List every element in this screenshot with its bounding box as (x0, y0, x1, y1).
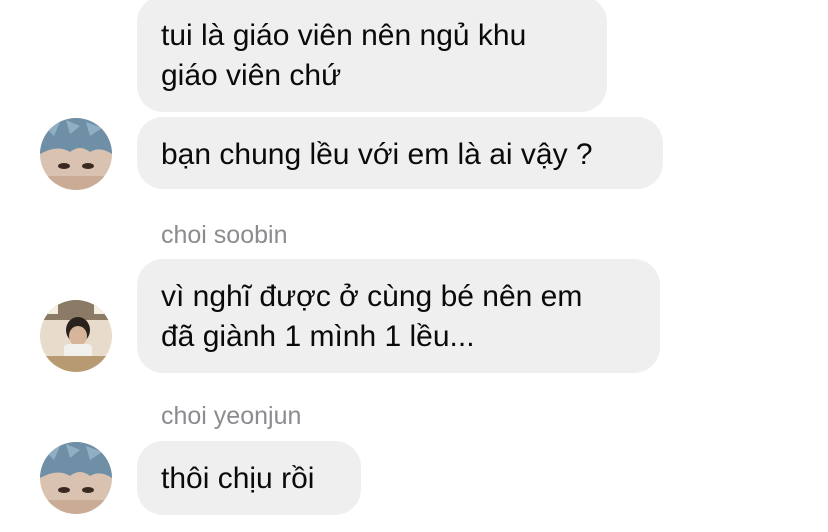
message-bubble[interactable]: bạn chung lều với em là ai vậy ? (137, 117, 663, 189)
sender-name: choi soobin (161, 221, 288, 249)
avatar[interactable] (40, 300, 112, 372)
message-bubble[interactable]: thôi chịu rồi (137, 441, 361, 515)
avatar[interactable] (40, 118, 112, 190)
chat-thread: tui là giáo viên nên ngủ khu giáo viên c… (0, 0, 828, 532)
avatar[interactable] (40, 442, 112, 514)
message-bubble[interactable]: tui là giáo viên nên ngủ khu giáo viên c… (137, 0, 607, 112)
message-bubble[interactable]: vì nghĩ được ở cùng bé nên em đã giành 1… (137, 259, 660, 373)
avatar-blue-hair-icon (40, 118, 112, 190)
avatar-blue-hair-icon (40, 442, 112, 514)
avatar-photo-room-icon (40, 300, 112, 372)
sender-name: choi yeonjun (161, 402, 302, 430)
